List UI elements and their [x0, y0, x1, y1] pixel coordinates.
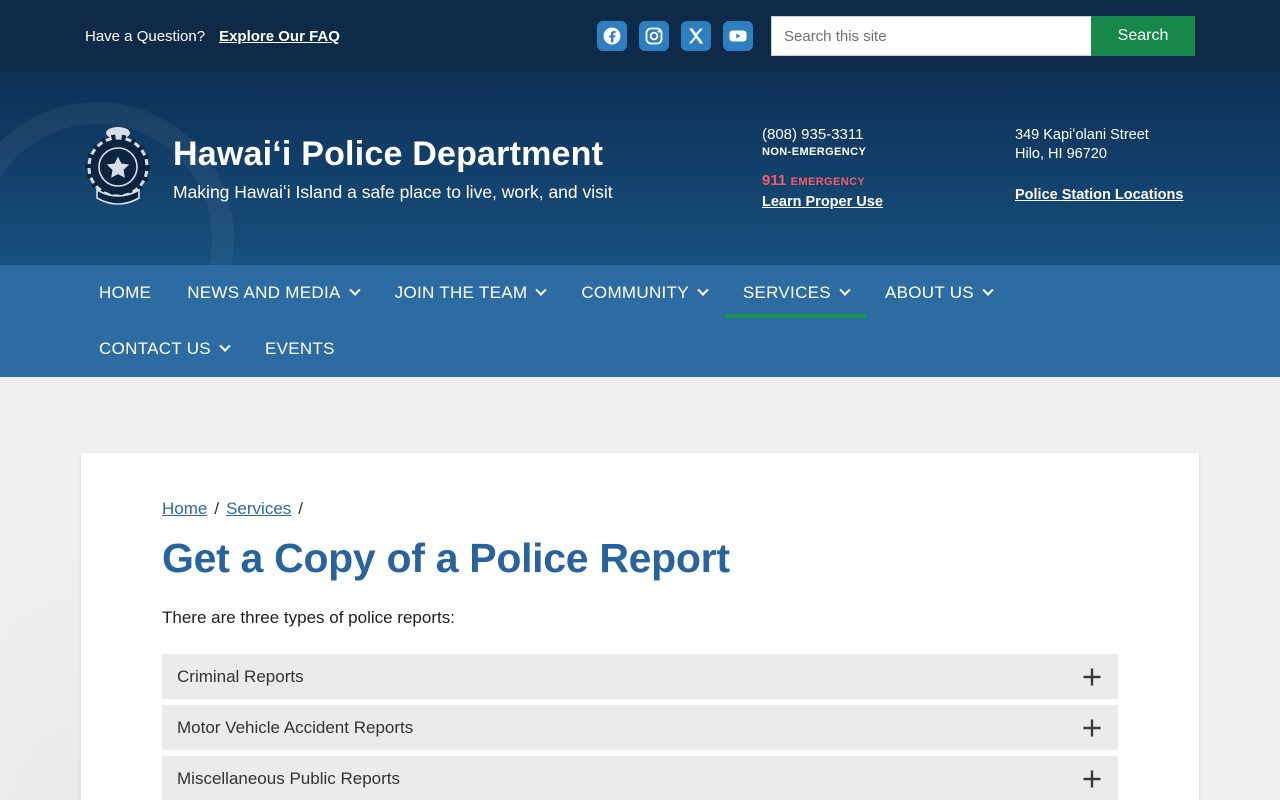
phone-number: (808) 935-3311 — [762, 126, 864, 143]
facebook-icon[interactable] — [597, 21, 627, 51]
non-emergency-label: NON-EMERGENCY — [762, 146, 867, 158]
nav-item-contact-us[interactable]: CONTACT US — [81, 321, 247, 377]
chevron-down-icon — [839, 284, 851, 296]
site-header: Hawaiʻi Police Department Making Hawaiʻi… — [0, 72, 1280, 265]
learn-proper-use-link[interactable]: Learn Proper Use — [762, 194, 883, 210]
emergency-label: EMERGENCY — [790, 176, 866, 188]
accordion-motor-vehicle-accident-reports[interactable]: Motor Vehicle Accident Reports — [162, 705, 1118, 750]
intro-text: There are three types of police reports: — [162, 608, 455, 627]
page-title: Get a Copy of a Police Report — [162, 535, 730, 581]
nav-item-news-and-media[interactable]: NEWS AND MEDIA — [169, 265, 376, 321]
youtube-icon[interactable] — [723, 21, 753, 51]
main-nav: HOME NEWS AND MEDIA JOIN THE TEAM COMMUN… — [0, 265, 1280, 377]
brand[interactable]: Hawaiʻi Police Department Making Hawaiʻi… — [85, 122, 613, 215]
nav-item-join-the-team[interactable]: JOIN THE TEAM — [377, 265, 564, 321]
nav-item-services[interactable]: SERVICES — [724, 265, 868, 321]
nav-item-community[interactable]: COMMUNITY — [563, 265, 725, 321]
chevron-down-icon — [697, 284, 709, 296]
nav-item-home[interactable]: HOME — [81, 265, 169, 321]
main-content: Home / Services / Get a Copy of a Police… — [0, 377, 1280, 800]
breadcrumb-home-link[interactable]: Home — [162, 499, 207, 519]
site-tagline: Making Hawaiʻi Island a safe place to li… — [173, 181, 613, 202]
breadcrumb: Home / Services / — [162, 499, 1118, 519]
nav-item-about-us[interactable]: ABOUT US — [867, 265, 1010, 321]
plus-icon — [1082, 667, 1102, 687]
search-input[interactable] — [771, 16, 1091, 56]
breadcrumb-services-link[interactable]: Services — [226, 499, 291, 519]
social-links — [597, 21, 753, 51]
nav-item-events[interactable]: EVENTS — [247, 321, 353, 377]
faq-link[interactable]: Explore Our FAQ — [219, 28, 340, 45]
police-badge-logo — [85, 122, 151, 215]
question-text: Have a Question? — [85, 27, 206, 45]
chevron-down-icon — [219, 340, 231, 352]
instagram-icon[interactable] — [639, 21, 669, 51]
accordion-criminal-reports[interactable]: Criminal Reports — [162, 654, 1118, 699]
emergency-number: 911 — [762, 172, 787, 189]
site-search: Search — [771, 16, 1195, 56]
chevron-down-icon — [982, 284, 994, 296]
chevron-down-icon — [348, 284, 361, 296]
topbar: Have a Question? Explore Our FAQ Search … — [0, 0, 1280, 72]
address-line2: Hilo, HI 96720 — [1015, 145, 1107, 162]
chevron-down-icon — [535, 284, 548, 296]
x-icon[interactable] — [681, 21, 711, 51]
police-station-locations-link[interactable]: Police Station Locations — [1015, 186, 1183, 205]
plus-icon — [1082, 718, 1102, 738]
accordion-miscellaneous-public-reports[interactable]: Miscellaneous Public Reports — [162, 756, 1118, 800]
breadcrumb-separator: / — [214, 499, 220, 518]
breadcrumb-separator: / — [298, 499, 304, 518]
address-line1: 349 Kapiʻolani Street — [1015, 127, 1149, 143]
content-card: Home / Services / Get a Copy of a Police… — [81, 453, 1199, 800]
search-button[interactable]: Search — [1091, 16, 1195, 56]
plus-icon — [1082, 769, 1102, 789]
site-title: Hawaiʻi Police Department — [173, 134, 604, 173]
